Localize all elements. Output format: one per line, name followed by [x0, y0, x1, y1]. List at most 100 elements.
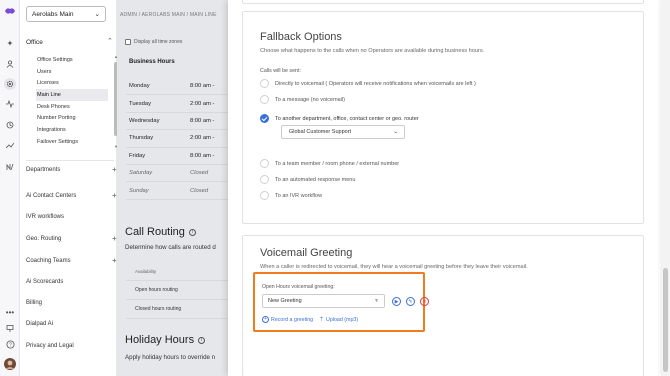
radio-icon[interactable] [260, 175, 269, 184]
sidebar-item-number-porting[interactable]: Number Porting [36, 112, 108, 124]
activity-icon[interactable] [4, 98, 16, 110]
holiday-hours-description: Apply holiday hours to override n [125, 354, 216, 361]
business-hours-title: Business Hours [129, 59, 175, 65]
fallback-option[interactable]: To a message (no voicemail) [260, 95, 345, 104]
voicemail-description: When a caller is redirected to voicemail… [260, 264, 528, 270]
trend-icon[interactable] [4, 140, 16, 152]
radio-icon[interactable] [260, 191, 269, 200]
logo-icon[interactable] [4, 6, 16, 16]
fallback-description: Choose what happens to the calls when no… [260, 48, 485, 54]
person-icon[interactable] [4, 58, 16, 70]
fallback-option-label: To a team member / room phone / external… [275, 160, 400, 167]
upload-mp3-label: Upload (mp3) [326, 316, 359, 323]
plus-icon: + [262, 316, 269, 323]
table-row: Tuesday 2:00 am - [126, 95, 228, 113]
day-name: Tuesday [129, 100, 152, 107]
close-icon[interactable]: ✕ [420, 297, 429, 306]
office-submenu: Office Settings Users Licenses Main Line Des… [36, 54, 108, 148]
table-row[interactable]: Open hours routing [126, 281, 228, 300]
greeting-select[interactable]: New Greeting ▼ [262, 294, 385, 308]
edit-icon[interactable]: ✎ [406, 297, 415, 306]
sidebar-section-office[interactable]: Office [26, 39, 43, 46]
sidebar-item-privacy-and-legal[interactable]: Privacy and Legal [26, 343, 74, 349]
plus-icon[interactable]: + [112, 191, 117, 200]
sidebar-item-coaching-teams[interactable]: Coaching Teams [26, 258, 71, 264]
sidebar-item-departments[interactable]: Departments [26, 167, 60, 173]
day-hours: 2:00 am - [190, 100, 215, 107]
open-hours-greeting-label: Open Hours voicemail greeting: [262, 284, 335, 290]
fallback-option[interactable]: Directly to voicemail ( Operators will r… [260, 79, 476, 88]
fallback-target-select[interactable]: Global Customer Support ⌄ [281, 125, 405, 139]
radio-checked-icon[interactable] [260, 114, 269, 123]
chevron-up-icon[interactable]: ⌃ [107, 37, 113, 45]
sidebar-item-geo-routing[interactable]: Geo. Routing [26, 236, 61, 242]
page-scrollbar[interactable] [660, 0, 670, 376]
fallback-options-card: Fallback Options Choose what happens to … [242, 11, 644, 224]
caret-down-icon: ▼ [374, 298, 379, 304]
sidebar-item-integrations[interactable]: Integrations [36, 124, 108, 136]
voicemail-greeting-card: Voicemail Greeting When a caller is redi… [242, 235, 644, 376]
ai-icon[interactable] [4, 161, 16, 173]
record-greeting-link[interactable]: + Record a greeting [262, 316, 313, 323]
svg-text:?: ? [9, 342, 12, 348]
sidebar-item-users[interactable]: Users [36, 66, 108, 78]
radio-icon[interactable] [260, 95, 269, 104]
fallback-option[interactable]: To an automated response menu [260, 175, 355, 184]
help-icon[interactable]: ? [4, 338, 16, 350]
fallback-option-label: To a message (no voicemail) [275, 96, 346, 103]
fallback-option[interactable]: To an IVR workflow [260, 191, 322, 200]
day-hours: Closed [190, 187, 209, 194]
history-icon[interactable] [4, 119, 16, 131]
sparkle-icon[interactable]: ✦ [4, 37, 16, 49]
day-hours: 2:00 am - [190, 135, 215, 142]
day-name: Thursday [129, 135, 154, 142]
holiday-hours-title-text: Holiday Hours [125, 334, 195, 346]
greeting-select-value: New Greeting [268, 298, 302, 304]
radio-icon[interactable] [260, 79, 269, 88]
sidebar-item-licenses[interactable]: Licenses [36, 77, 108, 89]
avatar[interactable] [4, 358, 16, 370]
sidebar-item-main-line[interactable]: Main Line [36, 89, 108, 101]
voicemail-title: Voicemail Greeting [260, 247, 353, 259]
dots-icon[interactable]: ••• [4, 306, 16, 318]
plus-icon[interactable]: + [112, 234, 117, 243]
account-select-value: Aerolabs Main [32, 10, 74, 18]
plus-icon[interactable]: + [112, 256, 117, 265]
plus-icon[interactable]: + [112, 165, 117, 174]
display-all-timezones-checkbox[interactable]: Display all time zones [125, 39, 182, 45]
sidebar-item-office-settings[interactable]: Office Settings [36, 54, 108, 66]
sidebar: Aerolabs Main ⌄ Office ⌃ Office Settings… [20, 0, 118, 376]
day-hours: 8:00 am - [190, 152, 215, 159]
fallback-option-label: Directly to voicemail ( Operators will r… [275, 80, 476, 87]
page-scroll-thumb[interactable] [663, 268, 668, 372]
breadcrumb: ADMIN / AEROLABS MAIN / MAIN LINE [120, 12, 217, 18]
fallback-option[interactable]: To a team member / room phone / external… [260, 159, 399, 168]
icon-rail: ✦ ••• ? [0, 0, 20, 376]
business-hours-table: Monday 8:00 am - Tuesday 2:00 am - Wednesday… [126, 78, 228, 200]
monitor-icon[interactable] [4, 322, 16, 334]
fallback-option-label: To an IVR workflow [275, 192, 323, 199]
sidebar-item-failover-settings[interactable]: Failover Settings [36, 136, 108, 148]
sidebar-item-billing[interactable]: Billing [26, 300, 42, 306]
play-icon[interactable]: ▶ [392, 297, 401, 306]
sidebar-item-desk-phones[interactable]: Desk Phones [36, 101, 108, 113]
day-name: Sunday [129, 187, 149, 194]
fallback-option[interactable]: To another department, office, contact c… [260, 114, 419, 123]
day-name: Friday [129, 152, 146, 159]
upload-mp3-link[interactable]: ⇡ Upload (mp3) [319, 316, 359, 324]
sidebar-item-ivr-workflows[interactable]: IVR workflows [26, 214, 64, 220]
day-hours: 8:00 am - [190, 117, 215, 124]
settings-panel: Fallback Options Choose what happens to … [228, 0, 658, 376]
routing-header: Availability [126, 262, 228, 281]
table-row[interactable]: Closed hours routing [126, 300, 228, 319]
sidebar-item-ai-scorecards[interactable]: Ai Scorecards [26, 279, 63, 285]
info-icon[interactable]: i [188, 228, 196, 236]
info-icon[interactable]: i [198, 336, 206, 344]
sidebar-item-dialpad-ai[interactable]: Dialpad Ai [26, 321, 53, 327]
settings-icon[interactable] [4, 78, 16, 90]
account-select[interactable]: Aerolabs Main ⌄ [26, 6, 106, 22]
sidebar-item-ai-contact-centers[interactable]: Ai Contact Centers [26, 193, 76, 199]
record-greeting-label: Record a greeting [271, 316, 314, 323]
checkbox-box[interactable] [125, 39, 131, 45]
radio-icon[interactable] [260, 159, 269, 168]
